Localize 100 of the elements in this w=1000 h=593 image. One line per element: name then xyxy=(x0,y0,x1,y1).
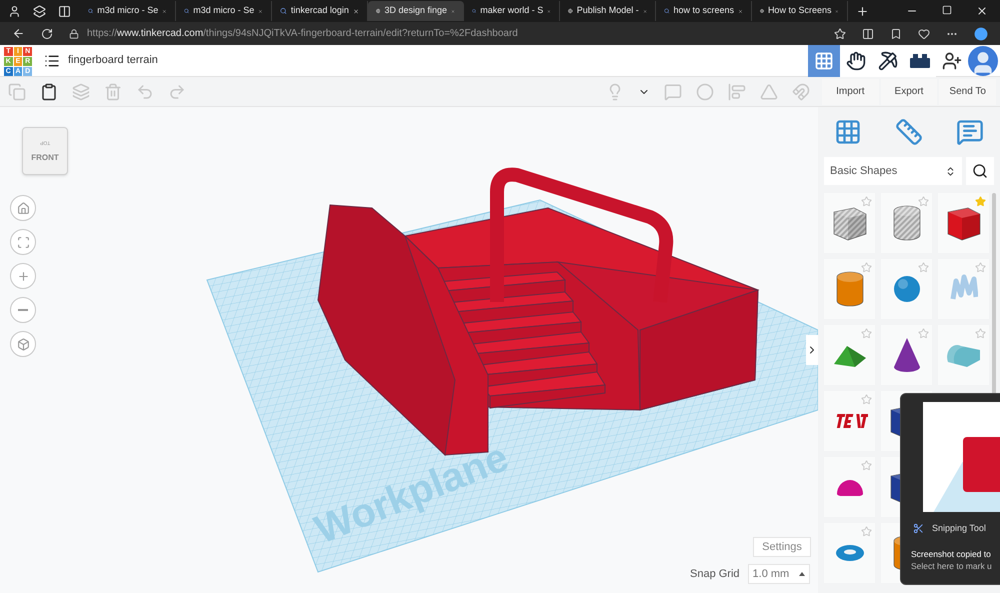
shape-tile[interactable] xyxy=(938,193,989,253)
shape-tile[interactable] xyxy=(824,193,875,253)
ruler-icon[interactable] xyxy=(894,118,923,146)
zoom-in-button[interactable] xyxy=(10,263,36,289)
notification-toast[interactable]: Snipping Tool Screenshot copied to Select here to mark u xyxy=(900,393,1000,585)
star-icon[interactable] xyxy=(918,196,929,207)
globe-icon xyxy=(568,6,573,16)
search-icon xyxy=(88,6,94,16)
shape-tile[interactable] xyxy=(824,259,875,319)
shape-tile[interactable] xyxy=(881,259,932,319)
cube-front-label: FRONT xyxy=(31,152,59,164)
star-icon[interactable] xyxy=(834,28,846,40)
grid-icon xyxy=(814,50,834,70)
browser-tab[interactable]: m3d micro - Se xyxy=(176,1,272,21)
tab-title: Publish Model - xyxy=(576,4,639,18)
profile-icon[interactable] xyxy=(8,4,21,18)
bookmark-icon[interactable] xyxy=(890,28,902,40)
search-icon xyxy=(972,163,988,179)
tab-actions-icon[interactable] xyxy=(58,4,71,18)
toast-message: Select here to mark u xyxy=(911,560,993,573)
workplane-icon[interactable] xyxy=(834,118,862,146)
globe-icon xyxy=(760,6,764,16)
snap-grid-select[interactable]: 1.0 mm xyxy=(748,564,810,584)
shape-tile[interactable] xyxy=(881,193,932,253)
panel-action-button[interactable]: Export xyxy=(880,78,938,104)
panel-toggle[interactable] xyxy=(806,335,818,365)
star-icon[interactable] xyxy=(918,262,929,273)
workspaces-icon[interactable] xyxy=(33,4,46,18)
browser-tab[interactable]: maker world - S xyxy=(464,1,560,21)
design-title[interactable]: fingerboard terrain xyxy=(68,52,158,69)
new-tab-icon[interactable] xyxy=(856,4,869,18)
tab-title: maker world - S xyxy=(480,4,544,18)
add-user-icon[interactable] xyxy=(942,50,962,70)
torus-icon xyxy=(834,544,864,562)
browser-tab[interactable]: Publish Model - xyxy=(560,1,656,21)
maximize-icon[interactable] xyxy=(942,5,952,15)
panel-action-button[interactable]: Send To xyxy=(939,78,996,104)
shape-tile[interactable] xyxy=(824,457,875,517)
star-icon[interactable] xyxy=(861,196,872,207)
settings-button[interactable]: Settings xyxy=(753,537,811,557)
sphere-icon xyxy=(892,275,920,303)
close-icon[interactable] xyxy=(976,5,988,17)
shape-tile[interactable] xyxy=(938,325,989,385)
avatar[interactable] xyxy=(968,46,998,76)
shape-tile[interactable] xyxy=(824,325,875,385)
fit-view-button[interactable] xyxy=(10,229,36,255)
shape-tile[interactable] xyxy=(938,259,989,319)
star-icon[interactable] xyxy=(861,460,872,471)
perspective-button[interactable] xyxy=(10,331,36,357)
star-icon[interactable] xyxy=(861,526,872,537)
shape-tile[interactable] xyxy=(824,523,875,583)
search-icon xyxy=(664,6,670,16)
category-select[interactable]: Basic Shapes xyxy=(824,157,962,185)
browser-tab[interactable]: How to Screens xyxy=(752,1,848,21)
toast-app-name: Snipping Tool xyxy=(932,522,986,535)
brick-icon xyxy=(910,54,930,68)
tab-title: how to screens xyxy=(674,4,734,18)
star-icon[interactable] xyxy=(918,328,929,339)
star-icon[interactable] xyxy=(975,328,986,339)
split-screen-icon[interactable] xyxy=(862,28,874,40)
search-button[interactable] xyxy=(966,157,994,185)
zoom-out-button[interactable] xyxy=(10,297,36,323)
pickaxe-icon xyxy=(878,50,898,70)
notes-icon[interactable] xyxy=(956,118,984,146)
toast-title: Screenshot copied to xyxy=(911,548,992,560)
url-text: https://www.tinkercad.com/things/94sNJQiTkVA-fingerboard-terrain/edit?returnTo=%2Fdashboard xyxy=(87,27,518,41)
star-icon[interactable] xyxy=(861,262,872,273)
striped-cylinder-icon xyxy=(892,204,922,242)
clipboard-icon[interactable] xyxy=(40,82,58,100)
tab-title: m3d micro - Se xyxy=(97,4,158,18)
shape-tile[interactable] xyxy=(824,391,875,451)
back-icon[interactable] xyxy=(12,27,25,40)
browser-tab[interactable]: m3d micro - Se xyxy=(80,1,176,21)
half-cylinder-icon xyxy=(946,342,980,368)
star-icon[interactable] xyxy=(975,196,986,207)
search-icon xyxy=(280,6,287,16)
cylinder-icon xyxy=(834,270,864,308)
browser-tab[interactable]: how to screens xyxy=(656,1,752,21)
close-icon[interactable] xyxy=(352,6,359,16)
hand-icon xyxy=(846,50,866,70)
reload-icon[interactable] xyxy=(41,28,53,40)
home-button[interactable] xyxy=(10,195,36,221)
lock-icon xyxy=(69,28,79,38)
home-icon xyxy=(16,202,30,214)
star-icon[interactable] xyxy=(975,262,986,273)
browser-tab[interactable]: 3D design finge xyxy=(368,1,464,21)
plus-icon xyxy=(16,270,30,282)
list-icon[interactable] xyxy=(44,52,60,68)
globe-icon xyxy=(376,6,380,16)
star-icon[interactable] xyxy=(861,394,872,405)
heart-icon[interactable] xyxy=(918,28,930,40)
minus-icon xyxy=(18,309,28,311)
star-icon[interactable] xyxy=(861,328,872,339)
dome-icon xyxy=(836,478,864,496)
caret-icon xyxy=(798,572,805,576)
shape-tile[interactable] xyxy=(881,325,932,385)
panel-action-button[interactable]: Import xyxy=(822,78,879,104)
tab-title: How to Screens xyxy=(768,4,832,18)
cube-outline-icon xyxy=(16,338,30,350)
expand-icon xyxy=(16,236,30,248)
